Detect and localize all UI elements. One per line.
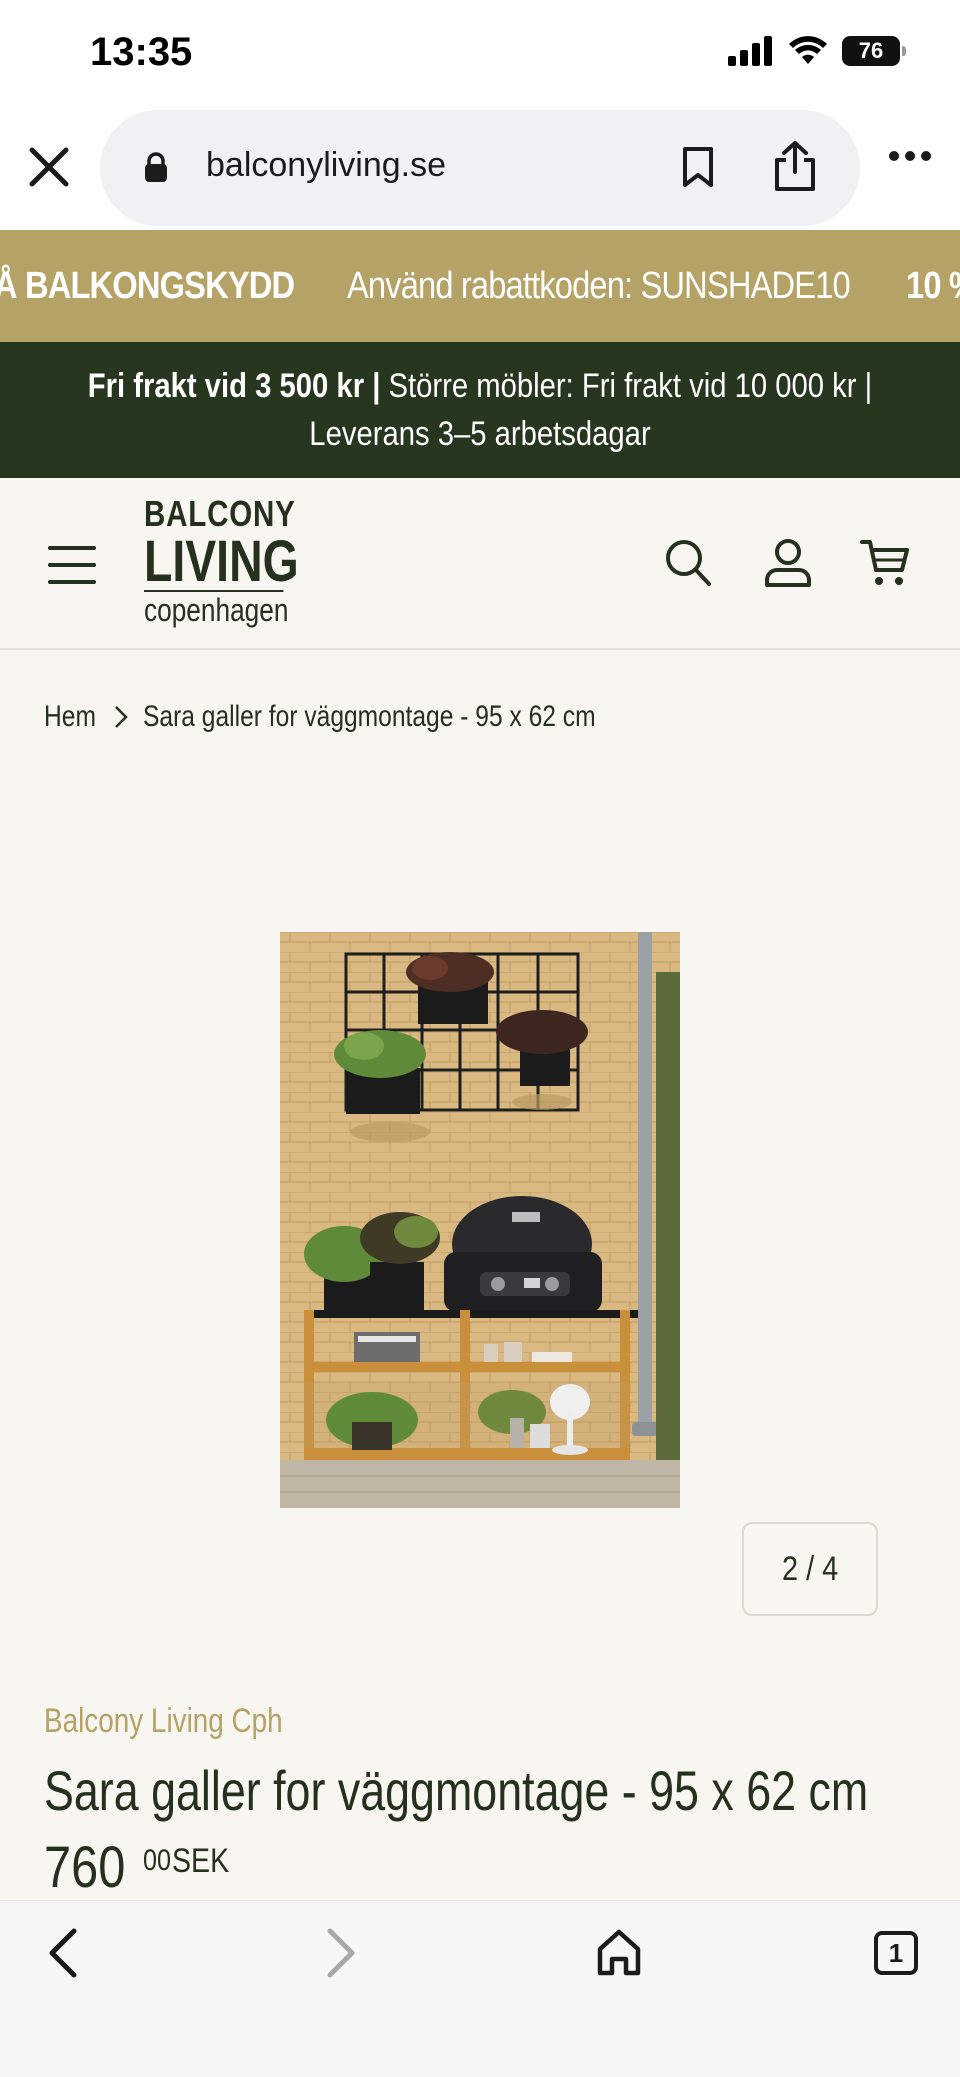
site-logo[interactable]: BALCONY LIVING copenhagen <box>144 494 337 628</box>
promo-item: 10 % PÅ BALKONGSKYDD <box>905 264 960 307</box>
status-bar: 13:35 76 <box>0 0 960 110</box>
breadcrumb: Hem Sara galler for väggmontage - 95 x 6… <box>44 700 695 734</box>
product-photo-illustration <box>280 932 680 1508</box>
price-main: 760 <box>44 1835 126 1900</box>
status-time: 13:35 <box>90 30 193 74</box>
product-title: Sara galler for väggmontage - 95 x 62 cm <box>44 1759 869 1822</box>
logo-line-1: BALCONY <box>144 493 296 534</box>
shipping-line-2: Leverans 3–5 arbetsdagar <box>309 415 651 453</box>
product-vendor[interactable]: Balcony Living Cph <box>44 1702 283 1741</box>
close-icon[interactable] <box>26 144 72 190</box>
shipping-line-1: Fri frakt vid 3 500 kr | Större möbler: … <box>67 362 893 410</box>
product-price: 760 00 SEK <box>44 1836 240 1900</box>
shipping-bar: Fri frakt vid 3 500 kr | Större möbler: … <box>0 342 960 478</box>
back-icon[interactable] <box>44 1927 84 1979</box>
forward-icon[interactable] <box>320 1927 360 1979</box>
gallery-counter-text: 2 / 4 <box>781 1549 839 1588</box>
shipping-free-threshold: Fri frakt vid 3 500 kr | <box>87 367 381 405</box>
tab-count: 1 <box>888 1937 904 1968</box>
breadcrumb-current: Sara galler for väggmontage - 95 x 62 cm <box>143 700 596 733</box>
browser-toolbar: 1 <box>0 1900 960 2077</box>
lock-icon <box>145 152 167 182</box>
price-currency: SEK <box>172 1842 230 1880</box>
site-header: BALCONY LIVING copenhagen <box>0 478 960 650</box>
logo-line-2: LIVING <box>144 529 299 594</box>
chevron-right-icon <box>115 706 129 728</box>
product-image[interactable] <box>280 932 680 1508</box>
search-icon[interactable] <box>664 538 712 588</box>
shipping-large-furniture: Större möbler: Fri frakt vid 10 000 kr | <box>380 367 873 405</box>
promo-banner: Å BALKONGSKYDD Använd rabattkoden: SUNSH… <box>0 230 960 342</box>
address-bar[interactable]: balconyliving.se <box>100 110 860 226</box>
breadcrumb-home-link[interactable]: Hem <box>44 700 96 734</box>
battery-indicator: 76 <box>842 36 906 66</box>
wifi-icon <box>789 36 827 64</box>
share-icon[interactable] <box>772 140 818 192</box>
signal-icon <box>728 36 772 66</box>
promo-item: Å BALKONGSKYDD <box>0 264 295 307</box>
tabs-icon[interactable]: 1 <box>874 1931 918 1975</box>
cart-icon[interactable] <box>860 538 910 588</box>
menu-icon[interactable] <box>48 546 96 584</box>
price-cents: 00 <box>142 1844 171 1877</box>
browser-url-area: balconyliving.se <box>0 110 960 230</box>
promo-track: Å BALKONGSKYDD Använd rabattkoden: SUNSH… <box>0 230 960 342</box>
home-icon[interactable] <box>596 1927 642 1977</box>
bookmark-icon[interactable] <box>680 146 716 188</box>
promo-item: Använd rabattkoden: SUNSHADE10 <box>347 264 851 307</box>
more-icon[interactable] <box>888 150 932 162</box>
account-icon[interactable] <box>764 538 812 588</box>
status-icons: 76 <box>728 36 906 66</box>
logo-line-3: copenhagen <box>144 590 289 628</box>
url-text: balconyliving.se <box>206 146 447 184</box>
gallery-counter[interactable]: 2 / 4 <box>742 1522 878 1616</box>
